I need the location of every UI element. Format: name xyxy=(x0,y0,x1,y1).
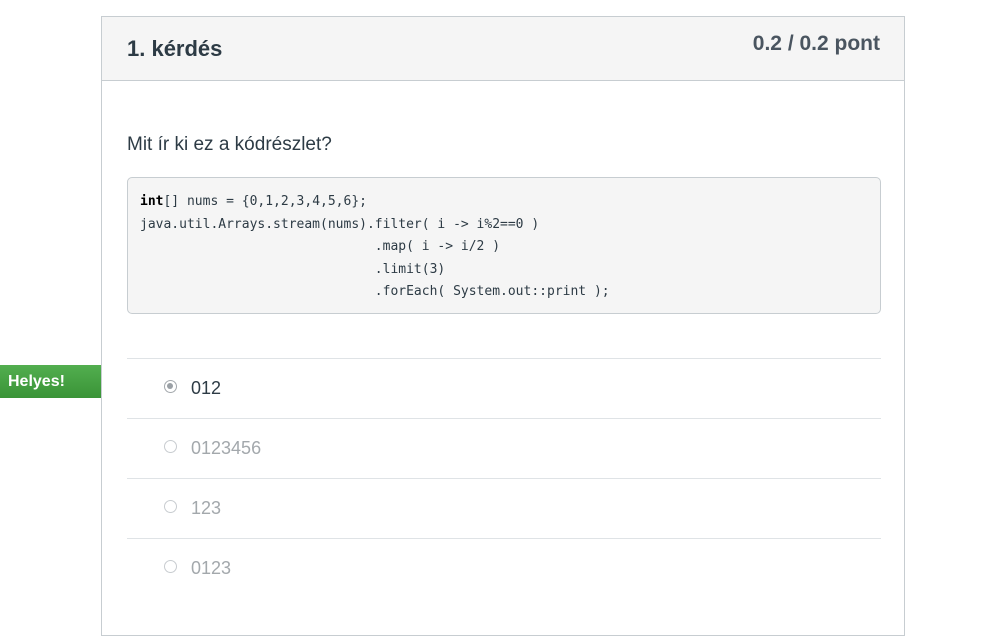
code-snippet: int[] nums = {0,1,2,3,4,5,6}; java.util.A… xyxy=(127,177,881,314)
code-line-1-rest: [] nums = {0,1,2,3,4,5,6}; xyxy=(163,194,367,209)
answer-option[interactable]: 0123456 xyxy=(127,418,881,478)
answer-label: 0123456 xyxy=(191,438,262,458)
answer-list: 012 0123456 123 0123 xyxy=(127,358,881,598)
code-keyword: int xyxy=(140,194,164,209)
code-line-2: java.util.Arrays.stream(nums).filter( i … xyxy=(140,216,540,232)
quiz-question: 1. kérdés 0.2 / 0.2 pont Mit ír ki ez a … xyxy=(101,16,905,636)
answer-label: 0123 xyxy=(191,558,232,578)
radio-button[interactable] xyxy=(164,440,177,453)
correct-flag-label: Helyes! xyxy=(8,373,65,390)
radio-button[interactable] xyxy=(164,560,177,573)
radio-button-selected[interactable] xyxy=(164,380,177,393)
radio-button[interactable] xyxy=(164,500,177,513)
answer-option[interactable]: 123 xyxy=(127,478,881,538)
answer-label: 012 xyxy=(191,378,222,398)
code-line-4: .limit(3) xyxy=(140,261,446,277)
question-text: Mit ír ki ez a kódrészlet? xyxy=(127,134,332,155)
answer-label: 123 xyxy=(191,498,222,518)
question-header: 1. kérdés 0.2 / 0.2 pont xyxy=(102,17,904,81)
code-line-1: int[] nums = {0,1,2,3,4,5,6}; xyxy=(140,191,868,214)
code-line-3: .map( i -> i/2 ) xyxy=(140,239,501,254)
answer-option[interactable]: 012 xyxy=(127,358,881,418)
question-points: 0.2 / 0.2 pont xyxy=(752,32,880,55)
answer-option[interactable]: 0123 xyxy=(127,538,881,598)
code-line-5: .forEach( System.out::print ); xyxy=(140,284,610,299)
question-title: 1. kérdés xyxy=(127,36,223,61)
